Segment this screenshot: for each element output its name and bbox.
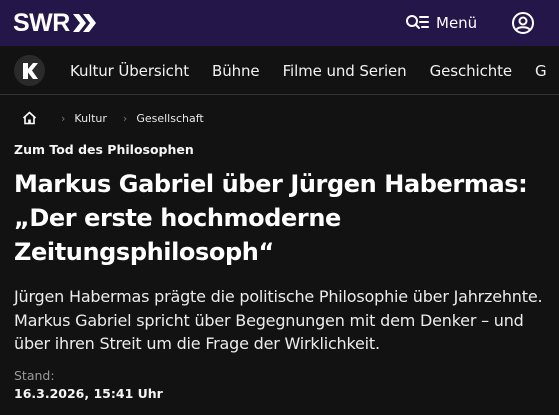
nav-item-buehne[interactable]: Bühne [212, 62, 260, 80]
kultur-nav: Kultur Übersicht Bühne Filme und Serien … [0, 46, 559, 95]
nav-item-filme-und-serien[interactable]: Filme und Serien [283, 62, 407, 80]
article-teaser: Jürgen Habermas prägte die politische Ph… [14, 287, 543, 353]
kultur-nav-links: Kultur Übersicht Bühne Filme und Serien … [70, 46, 559, 94]
nav-item-geschichte[interactable]: Geschichte [430, 62, 513, 80]
double-chevron-icon [72, 14, 96, 32]
breadcrumb-item-kultur[interactable]: Kultur [74, 112, 107, 125]
article-kicker: Zum Tod des Philosophen [14, 142, 194, 157]
swr-top-bar: SWR Menü [0, 0, 559, 46]
breadcrumb: › Kultur › Gesellschaft [22, 109, 204, 127]
home-icon[interactable] [22, 111, 37, 125]
stand-date: 16.3.2026, 15:41 Uhr [14, 386, 163, 401]
chevron-right-icon: › [61, 111, 66, 125]
search-menu-icon [406, 15, 429, 29]
swr-logo[interactable]: SWR [13, 9, 99, 37]
menu-label: Menü [436, 14, 478, 32]
nav-item-truncated[interactable]: G [535, 62, 547, 80]
stand-label: Stand: [14, 368, 55, 383]
swr-logo-text: SWR [13, 9, 70, 37]
user-circle-icon[interactable] [511, 11, 535, 35]
article-headline: Markus Gabriel über Jürgen Habermas: „De… [14, 170, 528, 266]
k-glyph-icon [22, 62, 38, 79]
menu-button[interactable]: Menü [405, 11, 477, 35]
nav-item-kultur-uebersicht[interactable]: Kultur Übersicht [70, 62, 189, 80]
k-logo-icon[interactable] [14, 55, 45, 86]
chevron-right-icon: › [122, 111, 128, 125]
breadcrumb-item-gesellschaft[interactable]: Gesellschaft [136, 112, 203, 125]
